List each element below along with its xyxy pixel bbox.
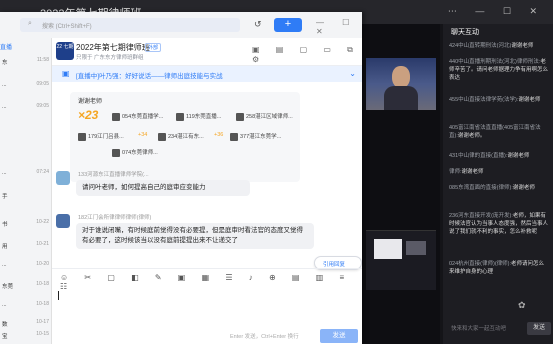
conversation-title: 2022年第七期律师班	[76, 43, 150, 52]
message-composer[interactable]: ☺ ✂ ▢ ◧ ✎ ▣ ▦ ☰ ♪ ⊕ ▤ ▥ ≡ ☷ Enter 发送，Ctr…	[52, 268, 362, 344]
reaction-card: 谢谢老师 ×23 054东莞直播学... 119东莞直播... 258湛江区域律…	[70, 92, 300, 182]
live-chat-message: 405富江南省法直直播(405富江南省法直):谢谢老师。	[449, 125, 541, 139]
conversation-subtitle: 只限于 广东东方律师班群组	[76, 55, 144, 61]
external-badge: 外部	[145, 43, 162, 52]
live-chat-send-button[interactable]: 发送	[527, 322, 551, 335]
reactor-item[interactable]: 074东莞律师...	[112, 148, 158, 157]
list-item[interactable]: 手	[0, 188, 52, 208]
list-item[interactable]: ... 10-18	[0, 298, 52, 318]
search-icon: ⌕	[28, 20, 32, 27]
reactor-item[interactable]: 258湛江区域律师...	[236, 112, 293, 121]
message-bubble[interactable]: 请问叶老师，如何提高自己的庭审应变能力	[76, 180, 250, 196]
live-banner[interactable]: ▣ [直播中]叶乃强：好好说话——律师出庭技能与实战 ⌄	[52, 66, 362, 82]
slide-preview[interactable]	[366, 230, 436, 290]
header-toolbar[interactable]: ▣ ▤ ▢ ▭ ⧉ ⚙	[252, 45, 362, 64]
live-chat-message: 455中山直接法律学苑(法学):谢谢老师	[449, 97, 541, 103]
gift-icon[interactable]: ✿	[518, 300, 530, 312]
history-icon[interactable]: ↺	[254, 19, 262, 30]
list-item[interactable]: ... 10-20	[0, 258, 52, 278]
messaging-app-window: ⌕ 搜索 (Ctrl+Shift+F) ↺ + — ☐ ✕ 直播 东 11:58 …	[0, 12, 362, 344]
live-chat-title: 聊天互动	[451, 29, 479, 36]
live-chat-message: 440中山直播刑期刑法(河北)律师刑法:老师辛苦了。请问老师据理力争有用啊怎么表…	[449, 59, 549, 81]
live-banner-text: [直播中]叶乃强：好好说话——律师出庭技能与实战	[76, 73, 223, 80]
window-controls[interactable]: ⋯ — ☐ ✕	[448, 6, 545, 17]
reaction-badge: +36	[214, 132, 224, 138]
slide-thumbnail-2	[406, 241, 426, 255]
speaker-body	[384, 86, 418, 110]
live-chat-message: 431中山律的直接(直播):谢谢老师	[449, 153, 530, 159]
reactor-item[interactable]: 054东莞直播学...	[112, 112, 163, 121]
live-chat-panel: 聊天互动 424中山直转期刑法(河北)谢谢老师 440中山直播刑期刑法(河北)律…	[443, 24, 553, 344]
live-icon: ▣	[62, 69, 70, 78]
message-sender: 133河源东江直播律师学院(...	[78, 172, 149, 178]
send-button[interactable]: 发送	[320, 329, 358, 343]
conversation-pane: 22 七期 2022年第七期律师班 外部 只限于 广东东方律师班群组 ▣ ▤ ▢…	[52, 38, 362, 344]
chevron-down-icon[interactable]: ⌄	[349, 69, 356, 78]
live-chat-message: 律师:谢谢老师	[449, 169, 484, 175]
avatar[interactable]	[56, 214, 70, 228]
reaction-target-text: 谢谢老师	[78, 99, 103, 105]
live-chat-message: 085东湾直面的直接(律师):谢谢老师	[449, 185, 535, 191]
list-item[interactable]: 东 11:58	[0, 54, 52, 74]
live-chat-input[interactable]: 快来和大家一起互动吧	[447, 320, 527, 336]
conversation-list: 直播 东 11:58 ... 09:05 ... 09:05 ... 07:24 手 书…	[0, 38, 52, 344]
live-chat-message: 236河东直接开发(庞开发):老师，如果有时候法官认为当事人态度强，然后当事人说…	[449, 213, 549, 235]
send-hint: Enter 发送，Ctrl+Enter 换行	[230, 334, 299, 340]
search-placeholder: 搜索 (Ctrl+Shift+F)	[42, 24, 92, 30]
message-sender: 182江门会所律律师律师(律师)	[78, 215, 152, 221]
live-chat-message: 024杭州直接(律师)(律师):老师请问怎么来维护自身的心理	[449, 261, 545, 275]
group-avatar[interactable]: 22 七期	[56, 42, 74, 60]
conversation-header: 22 七期 2022年第七期律师班 外部 只限于 广东东方律师班群组 ▣ ▤ ▢…	[52, 38, 362, 66]
list-item[interactable]: 书 10-22	[0, 216, 52, 236]
list-item[interactable]: 宝 10-15	[0, 328, 52, 344]
search-input[interactable]: ⌕ 搜索 (Ctrl+Shift+F)	[20, 18, 240, 32]
reaction-count: ×23	[78, 108, 99, 122]
reaction-badge: +34	[138, 132, 148, 138]
speaker-head	[392, 66, 410, 88]
reactor-item[interactable]: 377湛江东莞学...	[230, 132, 281, 141]
live-chat-message: 424中山直转期刑法(河北)谢谢老师	[449, 43, 534, 49]
sidebar-group-label: 直播	[0, 45, 13, 51]
message-bubble[interactable]: 对于谁说闭嘴，有时候庭前觉得没有必要提，但是庭审时看法官的态度又觉得有必要了，这…	[76, 223, 314, 249]
list-item[interactable]: ... 09:05	[0, 78, 52, 98]
slide-thumbnail	[374, 239, 402, 259]
composer-toolbar[interactable]: ☺ ✂ ▢ ◧ ✎ ▣ ▦ ☰ ♪ ⊕ ▤ ▥ ≡ ☷	[60, 273, 362, 291]
reactor-item[interactable]: 234湛江有东...	[158, 132, 204, 141]
reactor-item[interactable]: 179江门吕县...	[78, 132, 124, 141]
avatar[interactable]	[56, 171, 70, 185]
window-controls[interactable]: — ☐ ✕	[316, 18, 362, 36]
text-caret	[58, 291, 59, 300]
add-button[interactable]: +	[274, 18, 302, 32]
list-item[interactable]: 东莞 10-18	[0, 278, 52, 298]
list-item[interactable]: 用 10-21	[0, 238, 52, 258]
list-item[interactable]: ... 07:24	[0, 166, 52, 186]
reactor-item[interactable]: 119东莞直播...	[176, 112, 221, 121]
list-item[interactable]: ... 09:05	[0, 100, 52, 120]
